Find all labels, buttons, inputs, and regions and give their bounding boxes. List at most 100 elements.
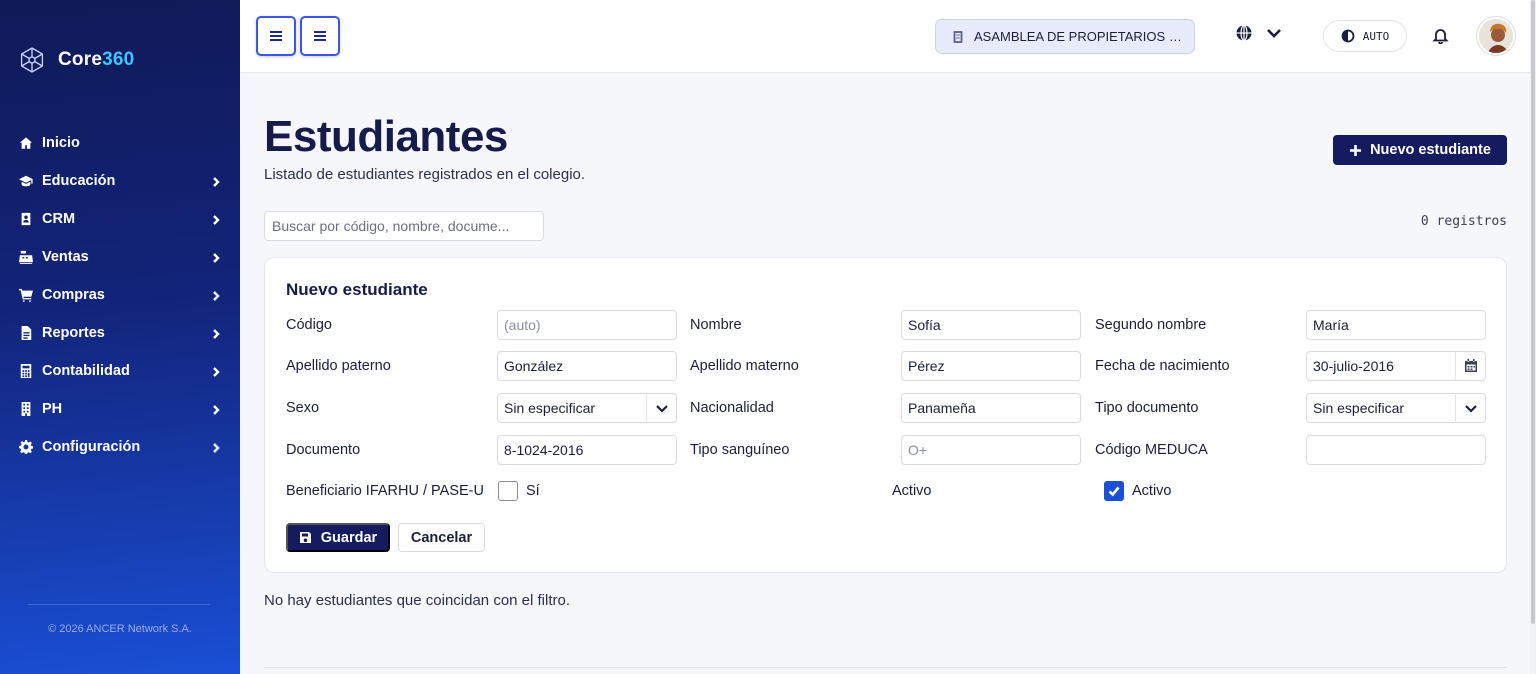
theme-label: AUTO	[1362, 29, 1390, 43]
sidebar-item-label: Contabilidad	[42, 363, 130, 379]
fecha-nacimiento-field[interactable]: 30-julio-2016	[1306, 351, 1486, 381]
chevron-down-icon	[646, 394, 676, 422]
nacionalidad-field[interactable]: Panameña	[901, 393, 1081, 423]
theme-toggle[interactable]: AUTO	[1323, 20, 1407, 52]
contrast-icon	[1341, 29, 1355, 43]
beneficiario-checkbox[interactable]	[498, 481, 518, 501]
sidebar-item-configuracion[interactable]: Configuración	[0, 428, 240, 466]
organization-selector[interactable]: ASAMBLEA DE PROPIETARIOS DE ...	[935, 19, 1195, 54]
brand-logo[interactable]: Core360	[18, 46, 134, 74]
sidebar-item-label: Reportes	[42, 325, 105, 341]
sidebar-item-inicio[interactable]: Inicio	[0, 124, 240, 162]
fecha-nacimiento-value: 30-julio-2016	[1313, 358, 1394, 374]
scrollbar-thumb[interactable]	[1531, 0, 1535, 624]
nombre-field[interactable]: Sofía	[901, 310, 1081, 340]
sidebar-nav: Inicio Educación CRM Ventas Compras Repo…	[0, 124, 240, 466]
activo-label: Activo	[892, 483, 932, 499]
codigo-meduca-field[interactable]	[1306, 435, 1486, 465]
chevron-down-icon	[1455, 394, 1485, 422]
activo-checkbox[interactable]	[1104, 481, 1124, 501]
calendar-icon	[1464, 359, 1477, 372]
floppy-disk-icon	[299, 532, 311, 543]
documento-label: Documento	[286, 442, 361, 458]
chevron-right-icon	[210, 403, 222, 415]
new-student-button[interactable]: Nuevo estudiante	[1333, 135, 1507, 165]
topbar: ASAMBLEA DE PROPIETARIOS DE ... AUTO	[240, 0, 1530, 73]
documento-field[interactable]: 8-1024-2016	[497, 435, 677, 465]
menu-button[interactable]	[300, 16, 340, 56]
chevron-right-icon	[210, 289, 222, 301]
building-icon	[18, 401, 34, 417]
calculator-icon	[18, 363, 34, 379]
chevron-right-icon	[210, 175, 222, 187]
beneficiario-label: Beneficiario IFARHU / PASE-U	[286, 483, 484, 499]
language-selector[interactable]	[1235, 24, 1283, 42]
new-student-label: Nuevo estudiante	[1370, 142, 1491, 158]
codigo-label: Código	[286, 317, 332, 333]
apellido-paterno-field[interactable]: González	[497, 351, 677, 381]
beneficiario-option-label: Sí	[526, 483, 540, 499]
sidebar-item-label: Compras	[42, 287, 105, 303]
tipo-sanguineo-field[interactable]: O+	[901, 435, 1081, 465]
calendar-button[interactable]	[1455, 352, 1485, 380]
notifications-button[interactable]	[1432, 27, 1449, 49]
sexo-select[interactable]: Sin especificar	[497, 393, 677, 423]
codigo-field[interactable]: (auto)	[497, 310, 677, 340]
core360-logo-icon	[20, 47, 44, 73]
user-avatar[interactable]	[1477, 17, 1515, 55]
new-student-form: Nuevo estudiante Código (auto) Nombre So…	[264, 257, 1507, 573]
sidebar: Core360 Inicio Educación CRM Ventas Comp…	[0, 0, 240, 674]
sidebar-item-contabilidad[interactable]: Contabilidad	[0, 352, 240, 390]
sidebar-item-label: Inicio	[42, 135, 80, 151]
search-input[interactable]	[264, 211, 544, 241]
hamburger-menu-icon	[270, 31, 282, 41]
checkmark-icon	[1108, 486, 1120, 497]
apellido-materno-label: Apellido materno	[690, 358, 799, 374]
sidebar-item-ventas[interactable]: Ventas	[0, 238, 240, 276]
sidebar-item-reportes[interactable]: Reportes	[0, 314, 240, 352]
sidebar-item-compras[interactable]: Compras	[0, 276, 240, 314]
chevron-down-icon	[1267, 29, 1281, 38]
tipo-documento-label: Tipo documento	[1095, 400, 1199, 416]
tipo-documento-select[interactable]: Sin especificar	[1306, 393, 1486, 423]
sexo-label: Sexo	[286, 400, 320, 416]
tipo-documento-value: Sin especificar	[1313, 400, 1405, 416]
apellido-materno-field[interactable]: Pérez	[901, 351, 1081, 381]
graduation-cap-icon	[18, 173, 34, 189]
chevron-right-icon	[210, 251, 222, 263]
codigo-meduca-label: Código MEDUCA	[1095, 442, 1208, 458]
contact-card-icon	[18, 211, 34, 227]
page-title: Estudiantes	[264, 112, 508, 161]
report-file-icon	[18, 325, 34, 341]
page-scrollbar[interactable]	[1530, 0, 1536, 674]
form-title: Nuevo estudiante	[286, 280, 428, 299]
user-photo-icon	[1479, 19, 1513, 53]
chevron-right-icon	[210, 213, 222, 225]
home-icon	[18, 135, 34, 151]
sidebar-item-ph[interactable]: PH	[0, 390, 240, 428]
save-button[interactable]: Guardar	[286, 523, 390, 552]
sidebar-item-crm[interactable]: CRM	[0, 200, 240, 238]
save-label: Guardar	[320, 529, 378, 546]
nacionalidad-label: Nacionalidad	[690, 400, 774, 416]
apellido-paterno-label: Apellido paterno	[286, 358, 391, 374]
sidebar-item-label: Configuración	[42, 439, 141, 455]
sidebar-item-label: Educación	[42, 173, 116, 189]
list-menu-icon	[314, 31, 326, 41]
empty-state-message: No hay estudiantes que coincidan con el …	[264, 592, 571, 609]
activo-option-label: Activo	[1132, 483, 1172, 499]
toggle-sidebar-button[interactable]	[256, 16, 296, 56]
building-icon	[953, 30, 963, 43]
cash-register-icon	[18, 249, 34, 265]
brand-name: Core360	[58, 49, 135, 70]
sidebar-divider	[28, 604, 210, 605]
sidebar-item-educacion[interactable]: Educación	[0, 162, 240, 200]
cancel-button[interactable]: Cancelar	[398, 523, 485, 552]
segundo-nombre-label: Segundo nombre	[1095, 317, 1207, 333]
gear-icon	[18, 439, 34, 455]
sidebar-item-label: Ventas	[42, 249, 89, 265]
segundo-nombre-field[interactable]: María	[1306, 310, 1486, 340]
footer-divider	[264, 667, 1507, 668]
cart-icon	[18, 287, 34, 303]
sexo-value: Sin especificar	[504, 400, 596, 416]
